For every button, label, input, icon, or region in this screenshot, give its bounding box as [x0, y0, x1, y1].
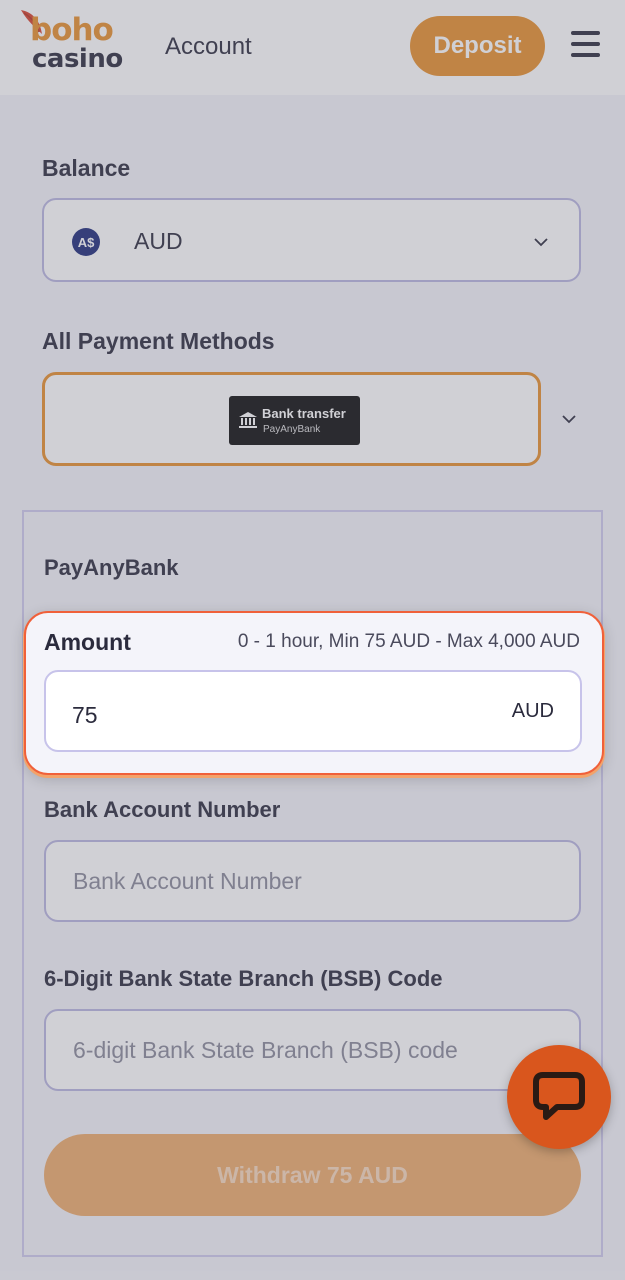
- chat-bubble-icon: [533, 1072, 585, 1120]
- amount-currency: AUD: [511, 700, 554, 722]
- amount-input[interactable]: 75 AUD: [44, 670, 582, 752]
- amount-highlight-card: Amount 0 - 1 hour, Min 75 AUD - Max 4,00…: [24, 611, 604, 775]
- live-chat-button[interactable]: [507, 1045, 611, 1149]
- amount-limits-text: 0 - 1 hour, Min 75 AUD - Max 4,000 AUD: [237, 631, 580, 652]
- amount-value: 75: [72, 702, 98, 728]
- amount-label: Amount: [44, 629, 131, 655]
